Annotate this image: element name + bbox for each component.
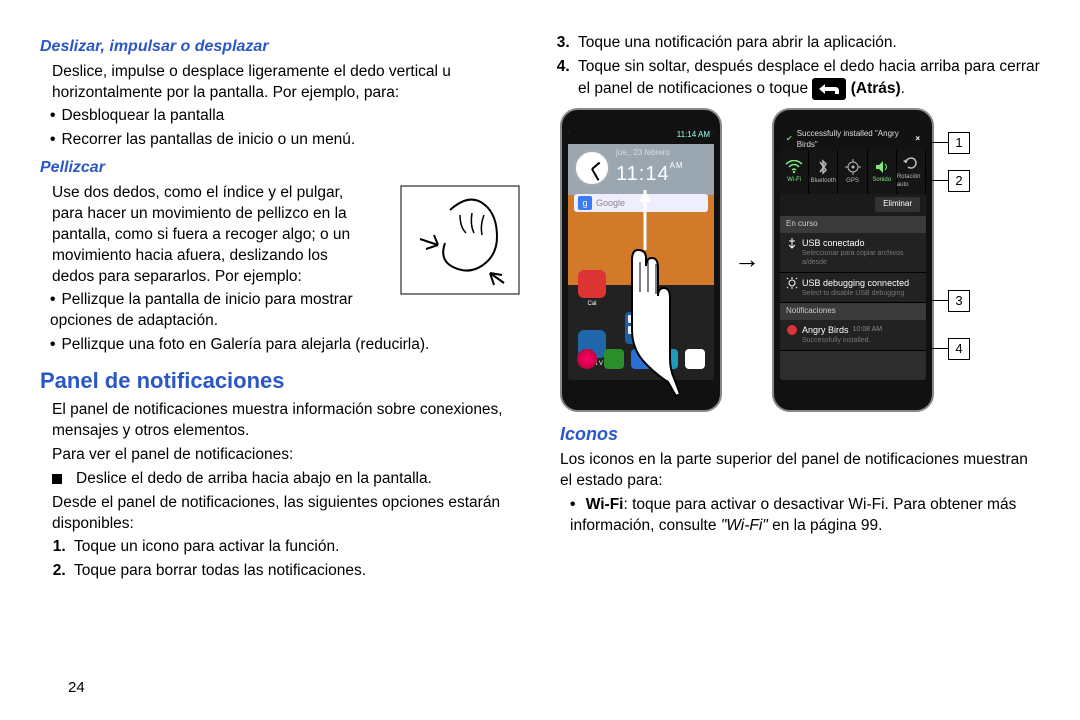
quick-settings-row: Wi-Fi Bluetooth GPS Sonido [780,150,926,194]
step-2: Toque para borrar todas las notificacion… [70,561,520,582]
swipe-down-finger-icon [610,190,680,400]
row-angrybirds: Angry Birds10:08 AM Successfully install… [780,320,926,351]
row-usb: USB conectado Seleccionar para copiar ar… [780,233,926,273]
li-pell-2: Pellizque una foto en Galería para aleja… [50,335,520,356]
step-3: Toque una notificación para abrir la apl… [574,33,1040,54]
callout-3: 3 [948,290,970,312]
p-iconos: Los iconos en la parte superior del pane… [560,450,1040,492]
callout-numbers: 1 2 3 4 [948,108,970,360]
qs-rotate: Rotación auto [897,150,926,194]
section-notif: Notificaciones [780,303,926,320]
install-toast: ✔ Successfully installed "Angry Birds" × [780,130,926,150]
arrow-right-icon: → [732,242,762,277]
li-wifi-bold: Wi-Fi [586,496,624,513]
qs-wifi: Wi-Fi [780,150,809,194]
clear-row: Eliminar [780,194,926,216]
step-4: Toque sin soltar, después desplace el de… [574,57,1040,100]
toast-text: Successfully installed "Angry Birds" [797,130,912,151]
square-bullet-icon [52,474,62,484]
notification-panel-illustration: 11:14 AM jue., 23 febrero 11:14AM g Goog… [560,108,1040,412]
li-desbloquear: Desbloquear la pantalla [50,106,520,127]
p-deslizar: Deslice, impulse o desplace ligeramente … [52,62,520,104]
section-encurso: En curso [780,216,926,233]
li-wifi-italic: "Wi-Fi" [721,517,768,534]
li-wifi: Wi-Fi: toque para activar o desactivar W… [570,495,1040,537]
home-date: jue., 23 febrero [616,148,684,159]
callout-4: 4 [948,338,970,360]
li-swipe-text: Deslice el dedo de arriba hacia abajo en… [76,470,432,487]
pinch-gesture-illustration [400,185,520,295]
heading-iconos: Iconos [560,422,1040,446]
qs-sound: Sonido [868,150,897,194]
phone-home-screen: 11:14 AM jue., 23 febrero 11:14AM g Goog… [560,108,722,412]
google-icon: g [578,196,592,210]
li-wifi-end: en la página 99. [768,517,883,534]
callout-1: 1 [948,132,970,154]
li-pell-1: Pellizque la pantalla de inicio para mos… [50,290,520,332]
step-4-period: . [901,80,905,97]
heading-deslizar: Deslizar, impulsar o desplazar [40,36,520,58]
callout-2: 2 [948,170,970,192]
back-icon [812,78,846,100]
home-time: 11:14AM [616,161,684,188]
clear-button: Eliminar [875,197,920,212]
heading-pellizcar: Pellizcar [40,157,520,179]
li-recorrer: Recorrer las pantallas de inicio o un me… [50,130,520,151]
analog-clock-icon [574,150,610,186]
qs-gps: GPS [838,150,867,194]
phone-notification-panel: ✔ Successfully installed "Angry Birds" ×… [772,108,934,412]
row-debug: USB debugging connected Select to disabl… [780,273,926,304]
heading-panel: Panel de notificaciones [40,366,520,396]
step-1: Toque un icono para activar la función. [70,537,520,558]
step-4-atras: (Atrás) [851,80,901,97]
qs-bluetooth: Bluetooth [809,150,838,194]
p-panel-1: El panel de notificaciones muestra infor… [52,400,520,442]
check-icon: ✔ [786,134,793,145]
close-icon: × [915,134,920,145]
p-pellizcar: Use dos dedos, como el índice y el pulga… [52,183,352,288]
li-swipe: Deslice el dedo de arriba hacia abajo en… [52,469,520,490]
step-4-text-a: Toque sin soltar, después desplace el de… [578,58,1040,97]
page-number: 24 [68,678,85,698]
status-bar: 11:14 AM [568,130,714,144]
p-panel-3: Desde el panel de notificaciones, las si… [52,493,520,535]
p-panel-2: Para ver el panel de notificaciones: [52,445,520,466]
